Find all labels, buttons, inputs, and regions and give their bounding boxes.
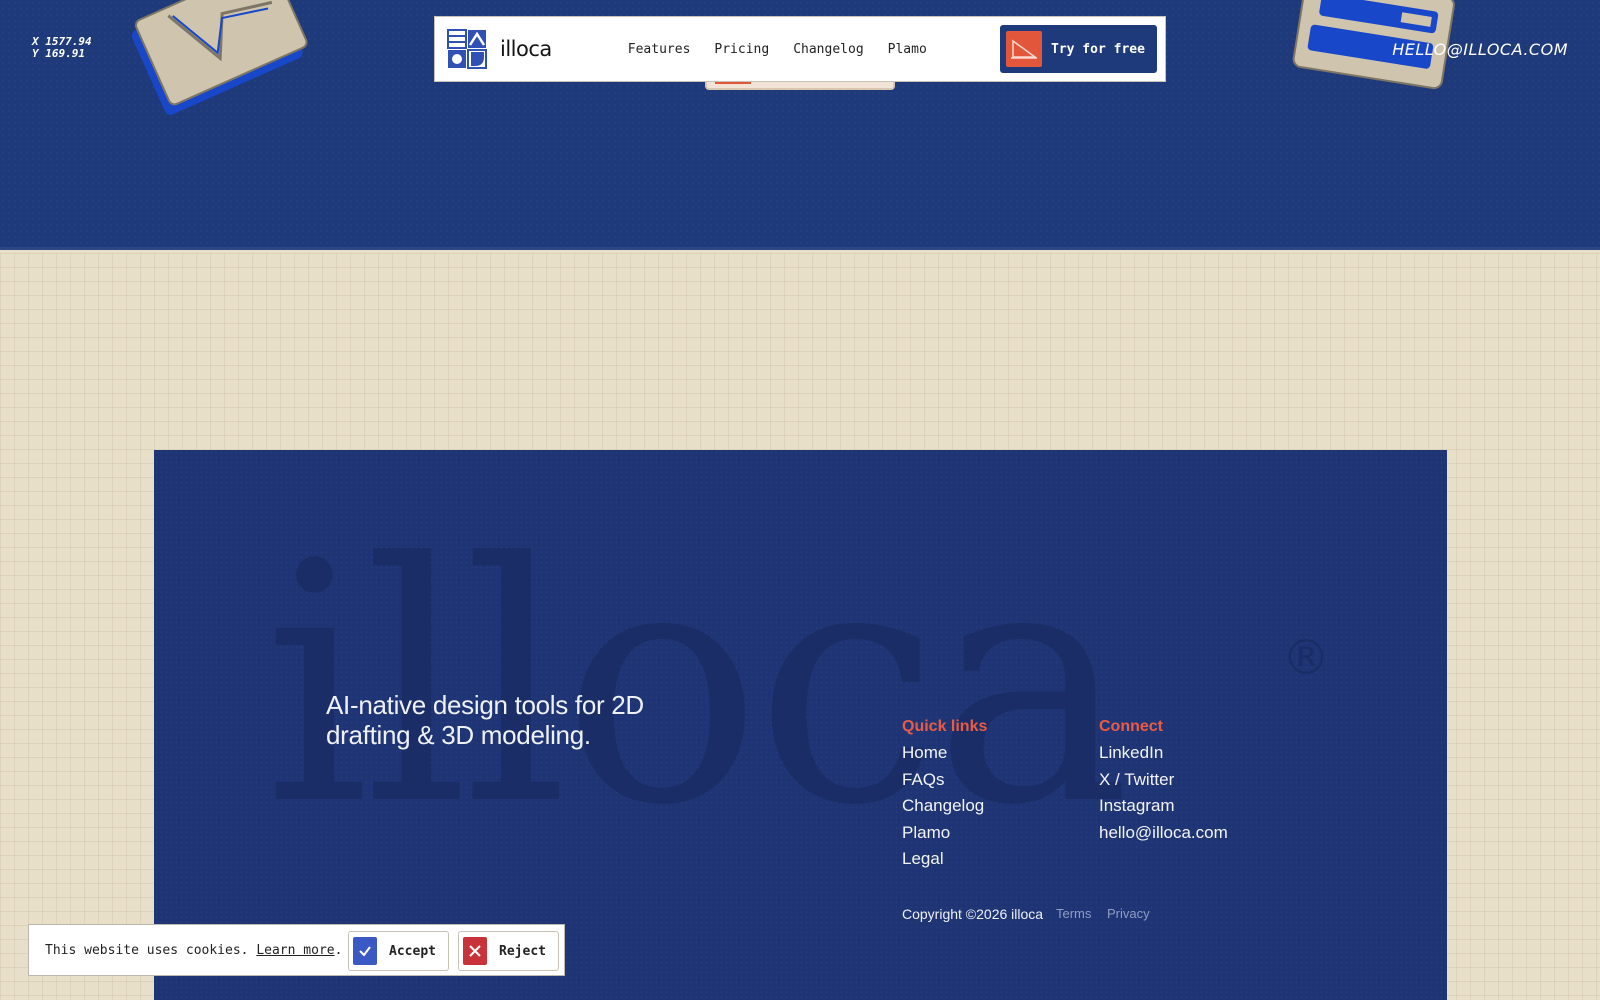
- footer-link-faqs[interactable]: FAQs: [902, 767, 987, 794]
- connect-column: Connect LinkedIn X / Twitter Instagram h…: [1099, 718, 1228, 846]
- cursor-coordinates: X 1577.94 Y 169.91: [32, 36, 92, 60]
- reject-cookies-button[interactable]: Reject: [458, 931, 559, 971]
- logo-mark-icon[interactable]: [447, 29, 487, 69]
- privacy-link[interactable]: Privacy: [1107, 906, 1150, 921]
- cookie-banner: This website uses cookies. Learn more. A…: [28, 924, 565, 976]
- try-for-free-label: Try for free: [1051, 41, 1145, 57]
- terms-link[interactable]: Terms: [1056, 906, 1091, 921]
- cookie-period: .: [334, 942, 343, 958]
- footer-link-plamo[interactable]: Plamo: [902, 820, 987, 847]
- connect-title: Connect: [1099, 718, 1163, 735]
- footer-link-changelog[interactable]: Changelog: [902, 793, 987, 820]
- copyright-text: Copyright ©2026 illoca: [902, 906, 1044, 922]
- check-icon: [353, 937, 378, 965]
- nav-link-changelog[interactable]: Changelog: [793, 42, 863, 57]
- accept-label: Accept: [389, 943, 436, 959]
- drafting-tool-decoration-left: [131, 0, 308, 115]
- nav-link-plamo[interactable]: Plamo: [888, 42, 927, 57]
- footer-link-instagram[interactable]: Instagram: [1099, 793, 1228, 820]
- footer-wordmark: illoca: [264, 493, 1131, 877]
- nav-link-pricing[interactable]: Pricing: [714, 42, 769, 57]
- footer-tagline: AI-native design tools for 2D drafting &…: [326, 690, 644, 750]
- brand-name[interactable]: illoca: [500, 37, 552, 61]
- header-email-link[interactable]: HELLO@ILLOCA.COM: [1392, 40, 1568, 59]
- cursor-y: Y 169.91: [32, 47, 85, 60]
- try-for-free-button[interactable]: Try for free: [1000, 25, 1157, 73]
- footer-card: illoca ® AI-native design tools for 2D d…: [154, 450, 1447, 1000]
- cookie-text: This website uses cookies.: [45, 942, 249, 958]
- nav-link-features[interactable]: Features: [628, 42, 691, 57]
- accept-cookies-button[interactable]: Accept: [348, 931, 449, 971]
- quick-links-column: Quick links Home FAQs Changelog Plamo Le…: [902, 718, 987, 873]
- registered-mark: ®: [1282, 630, 1330, 686]
- footer-link-twitter[interactable]: X / Twitter: [1099, 767, 1228, 794]
- footer-link-home[interactable]: Home: [902, 740, 987, 767]
- footer-link-legal[interactable]: Legal: [902, 846, 987, 873]
- footer-link-linkedin[interactable]: LinkedIn: [1099, 740, 1228, 767]
- footer-link-email[interactable]: hello@illoca.com: [1099, 820, 1228, 847]
- drafting-triangle-icon: [1006, 31, 1042, 67]
- nav-links: Features Pricing Changelog Plamo: [628, 42, 951, 57]
- cookie-message: This website uses cookies. Learn more.: [45, 943, 342, 958]
- reject-label: Reject: [499, 943, 546, 959]
- close-icon: [463, 937, 488, 965]
- learn-more-link[interactable]: Learn more: [256, 943, 334, 958]
- top-navbar: illoca Features Pricing Changelog Plamo …: [434, 16, 1166, 82]
- quick-links-title: Quick links: [902, 718, 988, 735]
